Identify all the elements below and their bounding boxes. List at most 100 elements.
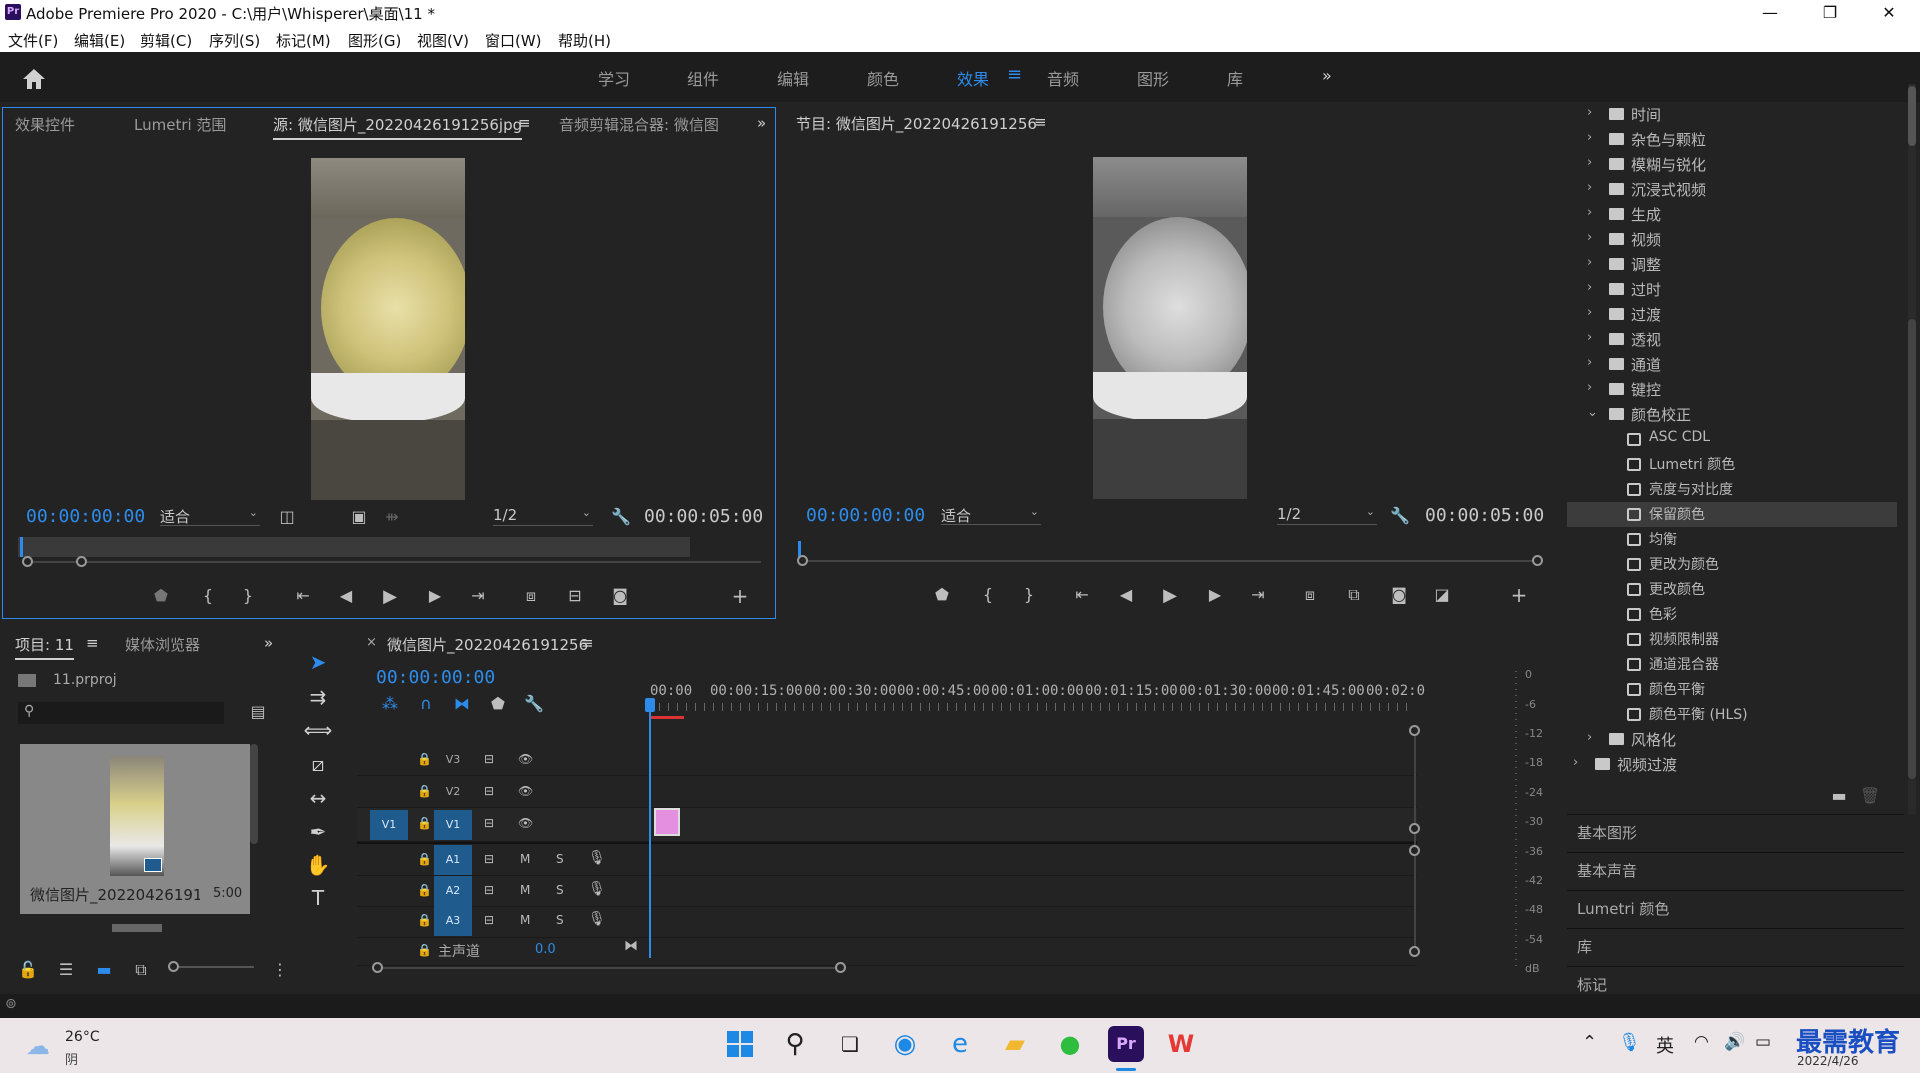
menu-sequence[interactable]: 序列(S) <box>209 30 260 51</box>
hand-tool-icon[interactable]: ✋ <box>303 853 333 883</box>
workspace-assembly[interactable]: 组件 <box>687 66 719 90</box>
effects-folder[interactable]: › 过时 <box>1567 277 1897 302</box>
lock-icon[interactable]: 🔒 <box>417 943 432 957</box>
timeline-current-timecode[interactable]: 00:00:00:00 <box>376 667 495 688</box>
source-playhead[interactable] <box>20 537 23 557</box>
selection-tool-icon[interactable]: ➤ <box>303 650 333 680</box>
lock-icon[interactable]: 🔒 <box>417 852 432 866</box>
insert-icon[interactable]: ▣ <box>347 507 371 526</box>
project-scrollbar[interactable] <box>250 744 258 844</box>
workspace-libraries[interactable]: 库 <box>1227 66 1243 90</box>
tab-project[interactable]: 项目: 11 <box>15 634 74 660</box>
effects-scrollbar[interactable] <box>1908 84 1916 814</box>
source-video-frame[interactable] <box>311 158 465 500</box>
volume-icon[interactable]: 🔊 <box>1724 1032 1745 1052</box>
start-windows-icon[interactable] <box>722 1026 758 1062</box>
more-options-icon[interactable]: ⋮ <box>268 960 292 979</box>
wifi-icon[interactable]: ◠ <box>1694 1032 1709 1052</box>
comparison-view-icon[interactable]: ◪ <box>1430 585 1454 604</box>
settings-wrench-icon[interactable]: 🔧 <box>609 507 633 526</box>
source-zoom-handle-left[interactable] <box>22 556 33 567</box>
safe-margins-icon[interactable]: ◫ <box>275 507 299 526</box>
section-lumetri-color[interactable]: Lumetri 颜色 <box>1567 890 1904 924</box>
overwrite-icon[interactable]: ⇻ <box>380 507 404 526</box>
track-label-a1[interactable]: A1 <box>434 845 472 875</box>
project-search-input[interactable]: ⚲ <box>18 702 224 724</box>
delete-trash-icon[interactable]: 🗑 <box>1858 786 1882 805</box>
effect-item[interactable]: 亮度与对比度 <box>1567 477 1897 502</box>
microphone-icon[interactable]: 🎙 <box>588 911 606 927</box>
add-button-icon[interactable]: + <box>1507 583 1531 607</box>
master-volume-value[interactable]: 0.0 <box>535 942 556 957</box>
file-explorer-icon[interactable]: ▰ <box>997 1026 1033 1062</box>
program-current-timecode[interactable]: 00:00:00:00 <box>806 505 925 526</box>
menu-help[interactable]: 帮助(H) <box>558 30 611 51</box>
task-view-icon[interactable]: ❏ <box>832 1026 868 1062</box>
workspace-graphics[interactable]: 图形 <box>1137 66 1169 90</box>
weather-temperature[interactable]: 26°C <box>65 1029 100 1045</box>
edge-browser-icon[interactable]: ◉ <box>887 1026 923 1062</box>
track-label-v2[interactable]: V2 <box>434 777 472 807</box>
lock-icon[interactable]: 🔒 <box>417 913 432 927</box>
effects-scrollbar-track[interactable] <box>1908 319 1916 779</box>
slip-tool-icon[interactable]: ↔ <box>303 786 333 816</box>
thumbnail-zoom-handle[interactable] <box>168 961 179 972</box>
weather-condition[interactable]: 阴 <box>65 1049 78 1068</box>
tab-lumetri-scopes[interactable]: Lumetri 范围 <box>134 114 226 135</box>
effects-folder[interactable]: › 视频 <box>1567 227 1897 252</box>
pen-tool-icon[interactable]: ✒ <box>303 820 333 850</box>
chevron-right-icon[interactable]: › <box>1587 230 1592 245</box>
freeform-view-icon[interactable]: ⧉ <box>129 960 153 980</box>
step-back-icon[interactable]: ◀ <box>334 586 358 605</box>
effect-item[interactable]: ASC CDL <box>1567 427 1897 452</box>
mark-in-icon[interactable]: { <box>976 585 1000 604</box>
workspace-learn[interactable]: 学习 <box>598 66 630 90</box>
chevron-right-icon[interactable]: › <box>1587 205 1592 220</box>
timeline-playhead-handle[interactable] <box>645 698 655 712</box>
sync-lock-icon[interactable]: ⊟ <box>484 752 494 766</box>
input-language[interactable]: 英 <box>1656 1032 1674 1058</box>
search-icon[interactable]: ⚲ <box>777 1026 813 1062</box>
timeline-playhead-line[interactable] <box>649 700 651 958</box>
sync-lock-icon[interactable]: ⊟ <box>484 913 494 927</box>
workspace-effects[interactable]: 效果 <box>957 66 989 90</box>
workspace-editing[interactable]: 编辑 <box>777 66 809 90</box>
snap-icon[interactable]: ∩ <box>414 694 438 713</box>
mute-button[interactable]: M <box>520 913 530 927</box>
effects-scrollbar-thumb[interactable] <box>1908 86 1916 146</box>
timeline-settings-wrench-icon[interactable]: 🔧 <box>522 694 546 713</box>
new-bin-icon[interactable]: ▤ <box>246 702 270 721</box>
source-more-icon[interactable]: » <box>757 114 766 132</box>
sync-lock-icon[interactable]: ⊟ <box>484 852 494 866</box>
section-essential-graphics[interactable]: 基本图形 <box>1567 814 1904 848</box>
sync-lock-icon[interactable]: ⊟ <box>484 883 494 897</box>
chevron-right-icon[interactable]: › <box>1587 730 1592 745</box>
show-hidden-icons-chevron-icon[interactable]: ⌃ <box>1582 1032 1597 1053</box>
add-marker-icon[interactable]: ⬟ <box>149 586 173 605</box>
effects-folder[interactable]: › 沉浸式视频 <box>1567 177 1897 202</box>
lock-icon[interactable]: 🔒 <box>417 816 432 830</box>
vscroll-handle-bottom[interactable] <box>1409 946 1420 957</box>
weather-cloud-icon[interactable]: ☁ <box>26 1032 50 1060</box>
chevron-right-icon[interactable]: › <box>1587 330 1592 345</box>
effect-item[interactable]: Lumetri 颜色 <box>1567 452 1897 477</box>
tab-media-browser[interactable]: 媒体浏览器 <box>125 634 200 655</box>
workspace-color[interactable]: 颜色 <box>867 66 899 90</box>
lock-open-icon[interactable]: 🔓 <box>16 960 40 979</box>
new-bin-folder-icon[interactable]: ▬ <box>1827 786 1851 805</box>
source-resolution-dropdown[interactable]: 1/2 ⌄ <box>493 506 593 526</box>
source-patch-v1[interactable]: V1 <box>370 810 408 840</box>
toggle-output-eye-icon[interactable]: 👁 <box>518 784 533 798</box>
lock-icon[interactable]: 🔒 <box>417 784 432 798</box>
solo-button[interactable]: S <box>556 883 564 897</box>
vscroll-handle-top[interactable] <box>1409 725 1420 736</box>
section-markers[interactable]: 标记 <box>1567 966 1904 994</box>
sync-lock-icon[interactable]: ⊟ <box>484 784 494 798</box>
program-resolution-dropdown[interactable]: 1/2 ⌄ <box>1277 505 1377 525</box>
battery-icon[interactable]: ▭ <box>1755 1032 1771 1052</box>
project-second-clip-peek[interactable] <box>112 924 162 932</box>
type-tool-icon[interactable]: T <box>303 886 333 916</box>
sync-lock-icon[interactable]: ⊟ <box>484 816 494 830</box>
chevron-right-icon[interactable]: › <box>1587 130 1592 145</box>
effects-folder[interactable]: › 风格化 <box>1567 727 1897 752</box>
